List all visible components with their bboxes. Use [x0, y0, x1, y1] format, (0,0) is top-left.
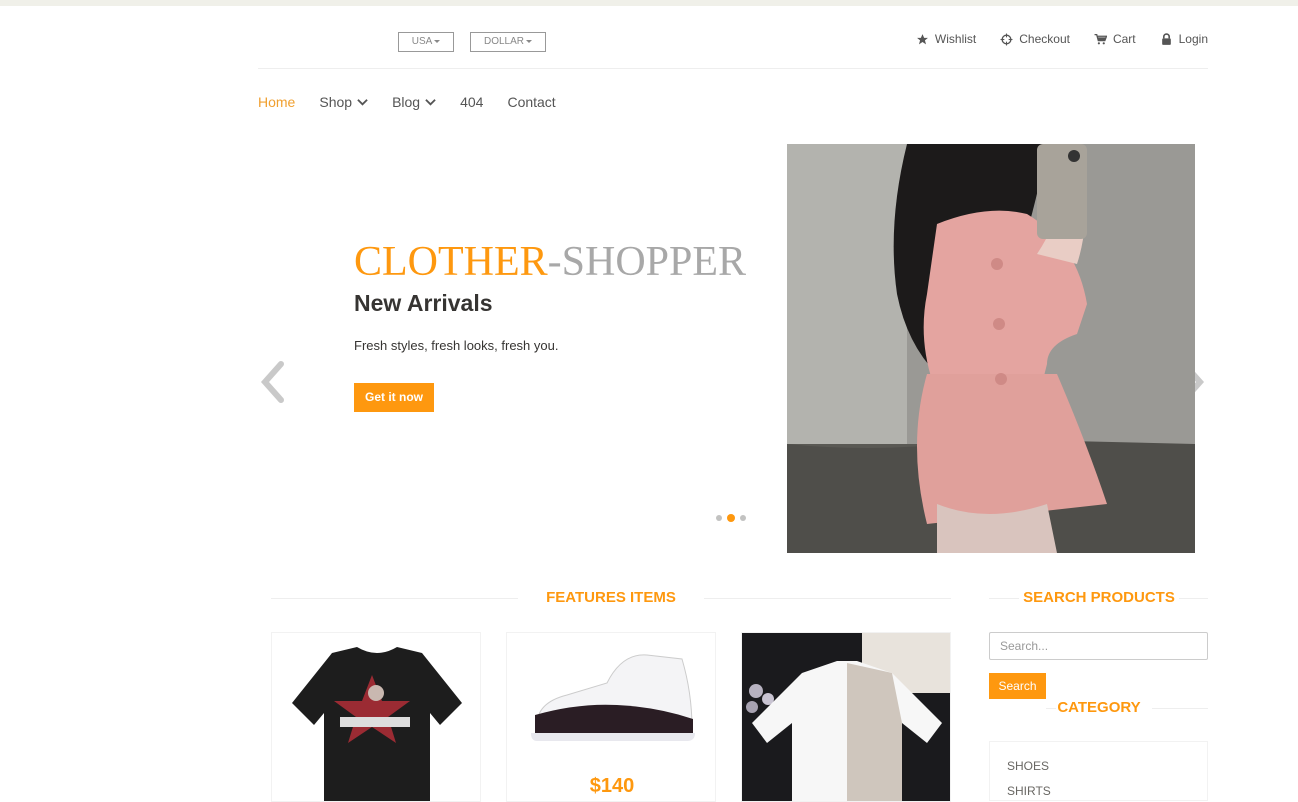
category-item-shoes[interactable]: SHOES	[1007, 759, 1049, 773]
nav-home[interactable]: Home	[258, 92, 295, 112]
caret-down-icon	[526, 39, 532, 43]
category-title: CATEGORY	[1057, 699, 1141, 716]
product-image	[531, 654, 695, 741]
category-item-shirts[interactable]: SHIRTS	[1007, 784, 1051, 798]
divider	[1046, 708, 1056, 709]
hero-title-suffix: -SHOPPER	[547, 239, 747, 285]
chevron-down-icon	[357, 98, 368, 106]
account-links: Wishlist Checkout Cart Login	[916, 32, 1208, 46]
nav-contact-label: Contact	[507, 94, 556, 110]
login-label: Login	[1178, 32, 1208, 46]
cart-link[interactable]: Cart	[1094, 32, 1136, 46]
currency-dropdown[interactable]: DOLLAR	[470, 32, 546, 52]
slider-prev-icon[interactable]	[257, 360, 287, 404]
product-image	[742, 633, 950, 801]
chevron-down-icon	[425, 98, 436, 106]
divider	[989, 598, 1019, 599]
nav-404[interactable]: 404	[460, 92, 483, 112]
product-image	[292, 647, 462, 801]
caret-down-icon	[434, 39, 441, 43]
country-label: USA	[411, 36, 433, 47]
star-icon	[916, 33, 928, 44]
divider	[704, 598, 951, 599]
header-bar: USA DOLLAR Wishlist Checkout Cart Login	[258, 6, 1208, 69]
nav-shop-label: Shop	[319, 94, 353, 110]
main-nav: Home Shop Blog 404 Contact	[258, 92, 556, 112]
lock-icon	[1161, 32, 1171, 45]
nav-blog[interactable]: Blog	[392, 92, 436, 112]
country-dropdown[interactable]: USA	[398, 32, 454, 52]
divider	[1179, 598, 1208, 599]
nav-blog-label: Blog	[392, 94, 421, 110]
login-link[interactable]: Login	[1160, 32, 1208, 46]
currency-label: DOLLAR	[483, 36, 524, 47]
slider-indicators	[716, 514, 746, 522]
search-products-title: SEARCH PRODUCTS	[1023, 589, 1175, 606]
divider	[1152, 708, 1208, 709]
product-price: $140	[589, 775, 635, 797]
crosshairs-icon	[1000, 33, 1013, 45]
search-button[interactable]: Search	[989, 673, 1046, 699]
slide-dot-active[interactable]	[727, 514, 735, 522]
hero-image	[787, 144, 1195, 553]
product-card[interactable]	[741, 632, 951, 802]
features-title: FEATURES ITEMS	[546, 589, 676, 606]
hero-title-brand: CLOTHER	[354, 239, 548, 285]
slide-dot[interactable]	[740, 515, 746, 521]
divider	[271, 598, 518, 599]
category-list: SHOES SHIRTS	[989, 741, 1208, 801]
nav-404-label: 404	[460, 94, 484, 110]
slide-dot[interactable]	[716, 515, 722, 521]
cart-label: Cart	[1112, 32, 1136, 46]
wishlist-link[interactable]: Wishlist	[916, 32, 976, 46]
wishlist-label: Wishlist	[934, 32, 977, 46]
shopping-cart-icon	[1094, 33, 1107, 44]
product-card[interactable]: $140	[506, 632, 716, 802]
hero-subtitle: New Arrivals	[354, 290, 493, 316]
product-card[interactable]	[271, 632, 481, 802]
nav-shop[interactable]: Shop	[319, 92, 368, 112]
checkout-label: Checkout	[1019, 32, 1070, 46]
nav-home-label: Home	[258, 94, 296, 110]
hero-title: CLOTHER-SHOPPER	[354, 238, 746, 286]
checkout-link[interactable]: Checkout	[1000, 32, 1070, 46]
hero-text: Fresh styles, fresh looks, fresh you.	[354, 338, 559, 353]
search-input[interactable]: Search...	[989, 632, 1208, 660]
nav-contact[interactable]: Contact	[507, 92, 555, 112]
get-it-now-button[interactable]: Get it now	[354, 383, 434, 412]
